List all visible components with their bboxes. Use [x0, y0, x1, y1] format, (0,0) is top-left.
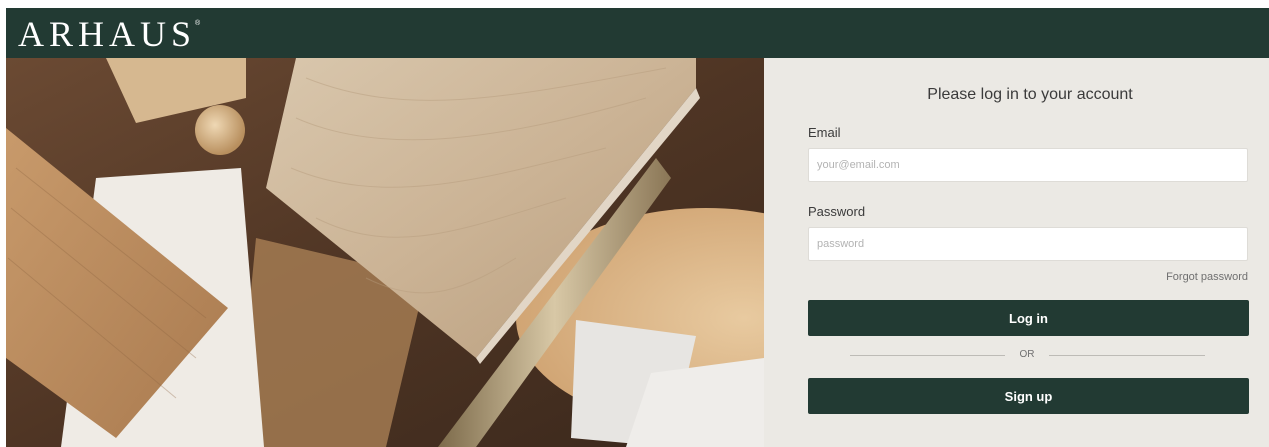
login-title: Please log in to your account [927, 86, 1133, 103]
password-label: Password [808, 204, 866, 219]
hero-image [6, 58, 764, 447]
brand-logo[interactable]: ARHAUS [18, 16, 196, 52]
email-input[interactable] [808, 148, 1248, 182]
divider-line-left [850, 355, 1005, 356]
divider-or: OR [1019, 349, 1035, 360]
header-bar: ARHAUS ® [6, 8, 1269, 58]
login-button[interactable]: Log in [808, 300, 1249, 336]
signup-button[interactable]: Sign up [808, 378, 1249, 414]
password-input[interactable] [808, 227, 1248, 261]
forgot-password-link[interactable]: Forgot password [1166, 271, 1248, 283]
divider-line-right [1049, 355, 1205, 356]
login-panel: Please log in to your account Email Pass… [764, 58, 1269, 447]
email-label: Email [808, 125, 841, 140]
login-page: ARHAUS ® Please log in to your account E… [0, 0, 1269, 447]
registered-mark: ® [195, 20, 201, 27]
